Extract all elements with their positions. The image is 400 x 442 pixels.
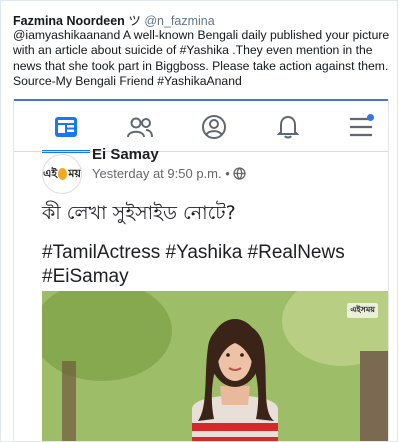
news-feed-icon[interactable] xyxy=(51,113,81,141)
friends-icon[interactable] xyxy=(125,113,155,141)
menu-icon[interactable] xyxy=(346,113,376,141)
facebook-nav-bar xyxy=(14,99,388,153)
notifications-icon[interactable] xyxy=(273,113,303,141)
logo-ring xyxy=(58,168,68,180)
embedded-facebook-screenshot[interactable]: এই ময় Ei Samay Yesterday at 9:50 p.m. • … xyxy=(13,99,389,441)
post-timestamp[interactable]: Yesterday at 9:50 p.m. • xyxy=(92,166,247,183)
author-name[interactable]: Fazmina Noordeen xyxy=(13,14,125,28)
logo-text-right: ময় xyxy=(68,166,81,180)
post-photo xyxy=(42,291,388,441)
page-name[interactable]: Ei Samay xyxy=(92,146,159,163)
globe-icon xyxy=(233,167,247,183)
page-logo[interactable]: এই ময় xyxy=(42,154,82,194)
profile-icon[interactable] xyxy=(199,113,229,141)
tweet-card: Fazmina Noordeen ツ @n_fazmina @iamyashik… xyxy=(0,0,398,442)
post-time-text: Yesterday at 9:50 p.m. • xyxy=(92,166,230,181)
author-handle[interactable]: @n_fazmina xyxy=(144,14,214,28)
author-symbol: ツ xyxy=(128,13,141,28)
tweet-header: Fazmina Noordeen ツ @n_fazmina xyxy=(13,10,215,29)
logo-text-left: এই xyxy=(43,166,58,180)
post-header: এই ময় Ei Samay Yesterday at 9:50 p.m. • xyxy=(14,146,388,198)
tweet-text: @iamyashikaanand A well-known Bengali da… xyxy=(13,28,390,89)
post-text: কী লেখা সুইসাইড নোটে? xyxy=(42,202,236,224)
post-image[interactable]: এইসময় xyxy=(42,291,388,441)
image-watermark: এইসময় xyxy=(347,303,378,318)
menu-notification-dot xyxy=(367,114,374,121)
post-hashtags[interactable]: #TamilActress #Yashika #RealNews #EiSama… xyxy=(42,241,382,289)
